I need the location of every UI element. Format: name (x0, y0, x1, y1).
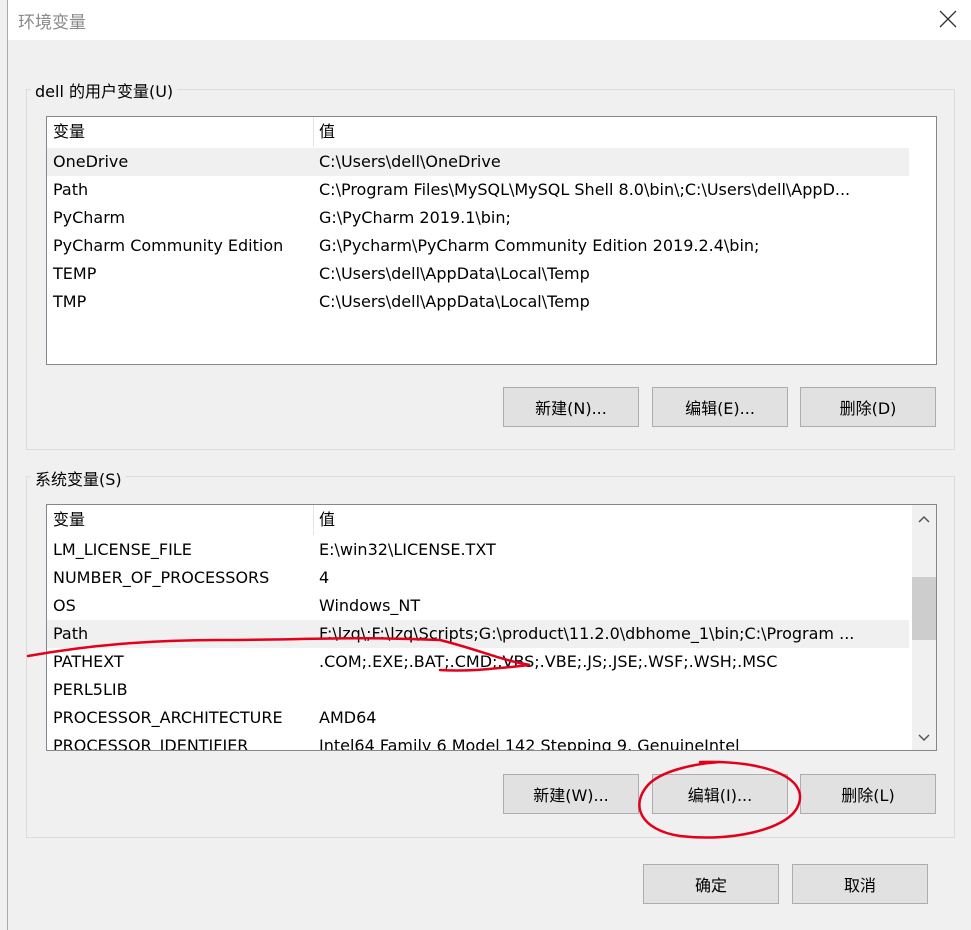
header-value[interactable]: 值 (319, 117, 335, 147)
table-row[interactable]: Path C:\Program Files\MySQL\MySQL Shell … (47, 176, 909, 204)
table-row[interactable]: PROCESSOR_IDENTIFIER Intel64 Family 6 Mo… (47, 732, 909, 750)
system-new-button[interactable]: 新建(W)... (503, 774, 639, 814)
ok-button[interactable]: 确定 (643, 864, 779, 904)
table-row[interactable]: NUMBER_OF_PROCESSORS 4 (47, 564, 909, 592)
system-delete-button[interactable]: 删除(L) (800, 774, 936, 814)
table-row[interactable]: OS Windows_NT (47, 592, 909, 620)
cancel-button[interactable]: 取消 (792, 864, 928, 904)
environment-variables-dialog: 环境变量 dell 的用户变量(U) 变量 值 OneDrive C:\User… (7, 0, 971, 930)
chevron-down-icon (918, 734, 930, 742)
table-row[interactable]: PROCESSOR_ARCHITECTURE AMD64 (47, 704, 909, 732)
scroll-down-button[interactable] (912, 726, 936, 750)
user-variables-list[interactable]: 变量 值 OneDrive C:\Users\dell\OneDrive Pat… (46, 116, 937, 365)
vertical-scrollbar[interactable] (912, 505, 936, 750)
user-edit-button[interactable]: 编辑(E)... (652, 387, 788, 427)
close-button[interactable] (925, 0, 971, 38)
system-variables-label: 系统变量(S) (31, 466, 126, 490)
user-new-button[interactable]: 新建(N)... (503, 387, 639, 427)
system-edit-button[interactable]: 编辑(I)... (652, 774, 788, 814)
close-icon (939, 10, 957, 28)
table-row[interactable]: OneDrive C:\Users\dell\OneDrive (47, 148, 909, 176)
table-row[interactable]: PyCharm Community Edition G:\Pycharm\PyC… (47, 232, 909, 260)
table-row[interactable]: PERL5LIB (47, 676, 909, 704)
table-row-selected[interactable]: Path F:\lzq\;F:\lzq\Scripts;G:\product\1… (47, 620, 909, 648)
table-row[interactable]: LM_LICENSE_FILE E:\win32\LICENSE.TXT (47, 536, 909, 564)
header-variable[interactable]: 变量 (53, 117, 85, 147)
header-value[interactable]: 值 (319, 505, 335, 535)
table-row[interactable]: TMP C:\Users\dell\AppData\Local\Temp (47, 288, 909, 316)
user-delete-button[interactable]: 删除(D) (800, 387, 936, 427)
header-variable[interactable]: 变量 (53, 505, 85, 535)
scroll-up-button[interactable] (912, 507, 936, 531)
table-row[interactable]: PATHEXT .COM;.EXE;.BAT;.CMD;.VBS;.VBE;.J… (47, 648, 909, 676)
user-variables-label: dell 的用户变量(U) (31, 78, 178, 102)
system-variables-list[interactable]: 变量 值 LM_LICENSE_FILE E:\win32\LICENSE.TX… (46, 504, 937, 751)
title-bar: 环境变量 (8, 0, 971, 40)
table-row[interactable]: PyCharm G:\PyCharm 2019.1\bin; (47, 204, 909, 232)
table-row[interactable]: TEMP C:\Users\dell\AppData\Local\Temp (47, 260, 909, 288)
window-title: 环境变量 (18, 13, 86, 33)
scroll-thumb[interactable] (912, 577, 936, 640)
list-header: 变量 值 (47, 505, 909, 535)
list-header: 变量 值 (47, 117, 909, 147)
chevron-up-icon (918, 515, 930, 523)
